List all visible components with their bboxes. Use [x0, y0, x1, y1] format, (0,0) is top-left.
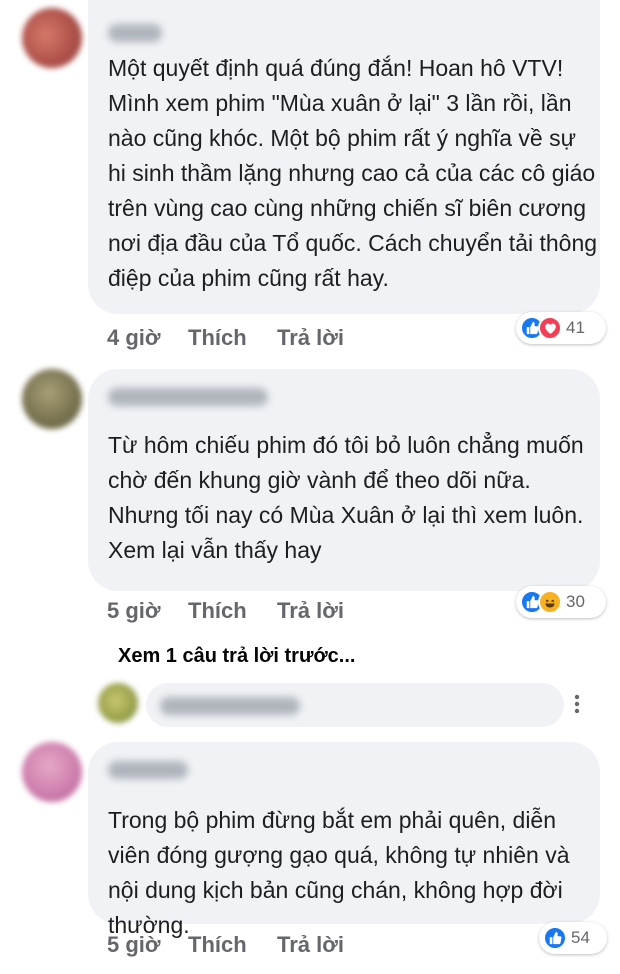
avatar[interactable] [22, 8, 82, 68]
commenter-name-blurred[interactable] [108, 388, 268, 406]
reply-button[interactable]: Trả lời [277, 930, 344, 960]
reaction-summary[interactable]: 41 [516, 312, 606, 344]
commenter-name-blurred[interactable] [160, 697, 300, 715]
reply-button[interactable]: Trả lời [277, 596, 344, 626]
reaction-summary[interactable]: 30 [516, 586, 606, 618]
love-reaction-icon [538, 316, 562, 340]
like-button[interactable]: Thích [188, 323, 247, 353]
comment-text: Trong bộ phim đừng bắt em phải quên, diễ… [108, 807, 570, 938]
like-button[interactable]: Thích [188, 596, 247, 626]
comment-text: Từ hôm chiếu phim đó tôi bỏ luôn chẳng m… [108, 432, 584, 563]
commenter-name-blurred[interactable] [108, 761, 188, 779]
reaction-count: 54 [571, 928, 590, 947]
comment-text: Một quyết định quá đúng đắn! Hoan hô VTV… [108, 55, 598, 291]
avatar[interactable] [22, 742, 82, 802]
more-options-icon[interactable] [571, 692, 583, 716]
reaction-summary[interactable]: 54 [539, 922, 607, 954]
commenter-name-blurred[interactable] [108, 24, 162, 42]
view-previous-replies-link[interactable]: Xem 1 câu trả lời trước... [118, 645, 355, 668]
comment-timestamp[interactable]: 5 giờ [107, 930, 161, 960]
haha-reaction-icon [538, 590, 562, 614]
avatar[interactable] [22, 369, 82, 429]
avatar[interactable] [98, 683, 138, 723]
like-reaction-icon [543, 926, 567, 950]
like-button[interactable]: Thích [188, 930, 247, 960]
reply-button[interactable]: Trả lời [277, 323, 344, 353]
comment-timestamp[interactable]: 5 giờ [107, 596, 161, 626]
comment-timestamp[interactable]: 4 giờ [107, 323, 161, 353]
reaction-count: 30 [566, 592, 585, 611]
reaction-count: 41 [566, 318, 585, 337]
